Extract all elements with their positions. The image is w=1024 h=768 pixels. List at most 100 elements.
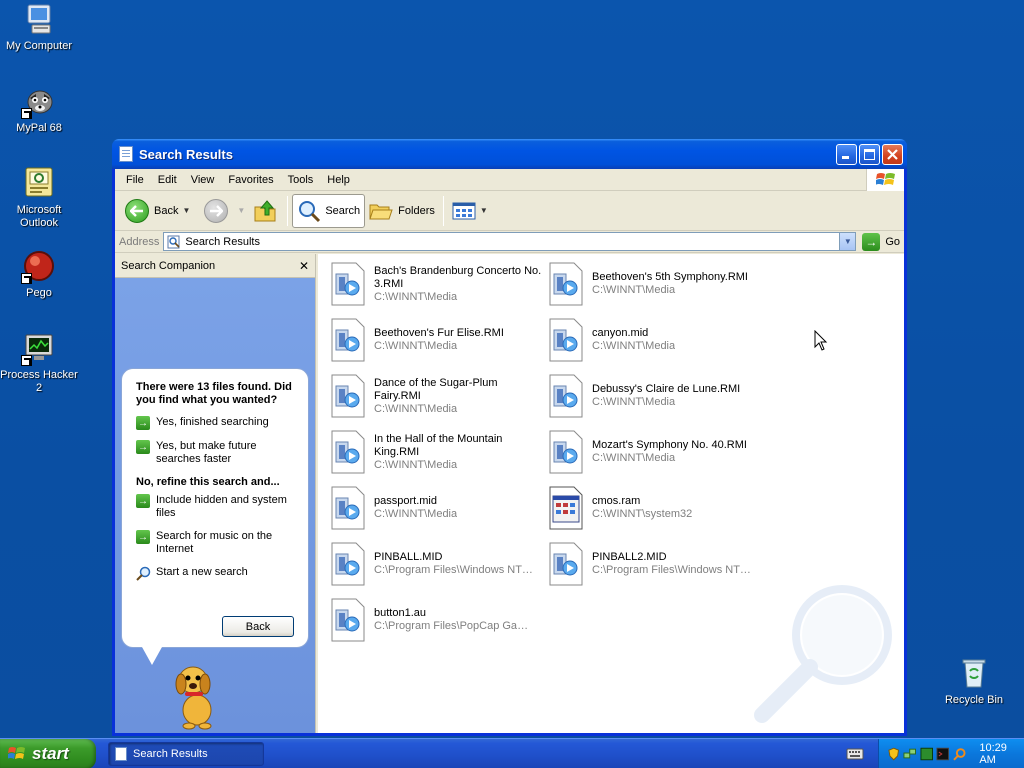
address-dropdown-icon[interactable]: ▼ — [839, 233, 856, 250]
network-icon[interactable] — [903, 747, 917, 761]
recycle-bin-icon — [957, 656, 991, 690]
results-pane: Bach's Brandenburg Concerto No. 3.RMI C:… — [318, 254, 904, 733]
toolbar-separator — [442, 195, 444, 226]
option-label: Yes, finished searching — [156, 416, 269, 428]
address-value: Search Results — [185, 235, 260, 248]
menu-file[interactable]: File — [119, 174, 151, 186]
address-label: Address — [119, 235, 160, 248]
forward-dropdown-icon[interactable]: ▼ — [237, 206, 245, 215]
close-button[interactable] — [882, 143, 903, 165]
option-finished-searching[interactable]: → Yes, finished searching — [136, 416, 298, 430]
go-button[interactable]: → Go — [862, 232, 900, 251]
outlook-icon — [22, 166, 56, 200]
option-include-hidden[interactable]: → Include hidden and system files — [136, 494, 298, 520]
desktop-icon-my-computer[interactable]: My Computer — [0, 2, 78, 53]
media-file-icon — [331, 374, 365, 418]
green-arrow-icon: → — [136, 530, 150, 544]
result-item[interactable]: Dance of the Sugar-Plum Fairy.RMI C:\WIN… — [330, 370, 545, 422]
file-path: C:\Program Files\Windows NT\... — [592, 564, 752, 576]
file-meta: Mozart's Symphony No. 40.RMI C:\WINNT\Me… — [592, 439, 747, 465]
address-field[interactable]: Search Results ▼ — [163, 232, 857, 251]
menu-view[interactable]: View — [184, 174, 222, 186]
result-item[interactable]: cmos.ram C:\WINNT\system32 — [548, 482, 763, 534]
result-item[interactable]: passport.mid C:\WINNT\Media — [330, 482, 545, 534]
result-item[interactable]: PINBALL2.MID C:\Program Files\Windows NT… — [548, 538, 763, 590]
window-title: Search Results — [139, 146, 233, 162]
desktop-icon-outlook[interactable]: Microsoft Outlook — [0, 166, 78, 230]
result-item[interactable]: Beethoven's Fur Elise.RMI C:\WINNT\Media — [330, 314, 545, 366]
menu-help[interactable]: Help — [320, 174, 357, 186]
back-dropdown-icon[interactable]: ▼ — [182, 206, 190, 215]
result-item[interactable]: Debussy's Claire de Lune.RMI C:\WINNT\Me… — [548, 370, 763, 422]
application-file-icon — [549, 486, 583, 530]
terminal-tray-icon[interactable] — [936, 747, 950, 761]
menu-tools[interactable]: Tools — [281, 174, 321, 186]
media-file-icon — [331, 262, 365, 306]
result-item[interactable]: In the Hall of the Mountain King.RMI C:\… — [330, 426, 545, 478]
folders-button[interactable]: Folders — [365, 194, 439, 228]
desktop-icon-recycle-bin[interactable]: Recycle Bin — [935, 656, 1013, 707]
file-name: Mozart's Symphony No. 40.RMI — [592, 439, 747, 451]
result-item[interactable]: PINBALL.MID C:\Program Files\Windows NT\… — [330, 538, 545, 590]
option-new-search[interactable]: Start a new search — [136, 566, 298, 581]
monitor-icon — [21, 331, 56, 366]
start-button[interactable]: start — [0, 738, 96, 768]
views-button[interactable]: ▼ — [448, 194, 492, 228]
file-meta: PINBALL.MID C:\Program Files\Windows NT\… — [374, 551, 534, 577]
desktop-icon-pego[interactable]: Pego — [0, 249, 78, 300]
assistant-bubble: There were 13 files found. Did you find … — [121, 368, 309, 665]
close-companion-icon[interactable]: ✕ — [299, 259, 309, 273]
option-faster-searches[interactable]: → Yes, but make future searches faster — [136, 440, 298, 466]
minimize-button[interactable] — [836, 143, 857, 165]
file-meta: Debussy's Claire de Lune.RMI C:\WINNT\Me… — [592, 383, 740, 409]
back-arrow-icon — [125, 198, 149, 223]
option-search-music[interactable]: → Search for music on the Internet — [136, 530, 298, 556]
clock[interactable]: 10:29 AM — [979, 742, 1024, 766]
shortcut-arrow-icon — [21, 108, 32, 119]
file-path: C:\WINNT\Media — [592, 452, 676, 464]
file-meta: Beethoven's Fur Elise.RMI C:\WINNT\Media — [374, 327, 504, 353]
raccoon-icon — [21, 84, 56, 119]
desktop-icon-mypal[interactable]: MyPal 68 — [0, 84, 78, 135]
result-item[interactable]: Bach's Brandenburg Concerto No. 3.RMI C:… — [330, 258, 545, 310]
desktop-icon-process-hacker[interactable]: Process Hacker 2 — [0, 331, 78, 395]
views-dropdown-icon[interactable]: ▼ — [480, 206, 488, 215]
search-tray-icon[interactable] — [953, 747, 966, 761]
up-folder-button[interactable] — [249, 194, 283, 228]
green-arrow-icon: → — [136, 416, 150, 430]
result-item[interactable]: Beethoven's 5th Symphony.RMI C:\WINNT\Me… — [548, 258, 763, 310]
keyboard-icon[interactable] — [846, 746, 864, 760]
search-button[interactable]: Search — [292, 193, 366, 228]
back-button[interactable]: Back ▼ — [121, 194, 194, 228]
file-name: Beethoven's 5th Symphony.RMI — [592, 271, 748, 283]
title-bar[interactable]: Search Results — [112, 139, 907, 169]
option-label: Search for music on the Internet — [156, 530, 273, 555]
file-meta: button1.au C:\Program Files\PopCap Gam..… — [374, 607, 534, 633]
standard-toolbar: Back ▼ ▼ Search Folders ▼ — [115, 191, 904, 231]
result-item[interactable]: Mozart's Symphony No. 40.RMI C:\WINNT\Me… — [548, 426, 763, 478]
close-icon — [887, 148, 898, 160]
file-path: C:\WINNT\Media — [374, 508, 458, 520]
companion-back-button[interactable]: Back — [222, 616, 294, 637]
forward-arrow-icon — [204, 198, 229, 223]
menu-edit[interactable]: Edit — [151, 174, 184, 186]
security-shield-icon[interactable] — [887, 747, 900, 761]
green-tray-icon[interactable] — [920, 747, 933, 761]
taskbar-button-search-results[interactable]: Search Results — [108, 741, 264, 766]
result-item[interactable]: button1.au C:\Program Files\PopCap Gam..… — [330, 594, 545, 646]
media-file-icon — [549, 374, 583, 418]
file-path: C:\WINNT\Media — [374, 458, 458, 471]
maximize-button[interactable] — [859, 143, 880, 165]
menu-favorites[interactable]: Favorites — [221, 174, 280, 186]
search-label: Search — [325, 204, 361, 217]
maximize-icon — [864, 148, 875, 160]
desktop-icon-label: Recycle Bin — [944, 694, 1004, 706]
forward-button[interactable]: ▼ — [200, 194, 249, 228]
search-companion-header: Search Companion ✕ — [115, 254, 315, 278]
windows-logo-icon — [866, 169, 904, 191]
media-file-icon — [331, 542, 365, 586]
address-bar: Address Search Results ▼ → Go — [115, 231, 904, 253]
result-item[interactable]: canyon.mid C:\WINNT\Media — [548, 314, 763, 366]
minimize-icon — [842, 155, 849, 159]
refine-heading: No, refine this search and... — [136, 476, 280, 488]
